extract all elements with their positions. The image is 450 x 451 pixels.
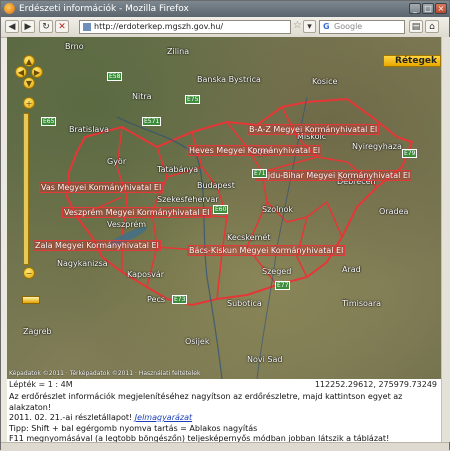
road-label: E73 <box>172 295 188 304</box>
zoom-slider-track[interactable] <box>22 113 40 304</box>
city-label: Nagykanizsa <box>57 259 108 268</box>
print-button[interactable]: ▤ <box>409 20 423 33</box>
city-label: Bratislava <box>69 125 109 134</box>
city-label: Szolnok <box>262 205 293 214</box>
browser-window: Erdészeti információk - Mozilla Firefox … <box>0 0 450 451</box>
info-line: F11 megnyomásával (a legtobb böngészőn) … <box>9 434 390 442</box>
bookmark-star-icon[interactable]: ☆ <box>293 20 302 31</box>
vertical-scrollbar[interactable] <box>441 37 450 442</box>
back-button[interactable]: ◀ <box>5 20 19 33</box>
info-text: Az erdőrészlet információk megjelenítésé… <box>9 392 439 442</box>
zoom-in-button[interactable]: + <box>23 97 35 109</box>
site-favicon <box>83 23 91 31</box>
title-bar: Erdészeti információk - Mozilla Firefox … <box>1 1 449 17</box>
layers-button[interactable]: Rétegek <box>383 55 441 67</box>
forward-button[interactable]: ▶ <box>21 20 35 33</box>
firefox-icon <box>4 3 15 14</box>
city-label: Szekesfehervar <box>157 195 219 204</box>
road-label: E65 <box>41 117 57 126</box>
minimize-button[interactable]: _ <box>409 3 421 14</box>
maximize-button[interactable]: □ <box>422 3 434 14</box>
pan-down-button[interactable]: ▼ <box>23 77 35 89</box>
dropdown-arrow-icon[interactable]: ▾ <box>303 20 316 33</box>
zoom-out-button[interactable]: − <box>23 267 35 279</box>
city-label: Nyiregyhaza <box>352 142 402 151</box>
county-office-label[interactable]: Zala Megyei Kormányhivatal EI <box>33 240 161 251</box>
road-label: E58 <box>107 72 123 81</box>
county-office-label[interactable]: Heves Megyei Kormányhivatal EI <box>187 145 323 156</box>
close-button[interactable]: × <box>435 3 447 14</box>
city-label: Oradea <box>379 207 409 216</box>
county-office-label[interactable]: Hajdu-Bihar Megyei Kormányhivatal EI <box>255 170 413 181</box>
city-label: Tatabánya <box>157 165 199 174</box>
info-line: Az erdőrészlet információk megjelenítésé… <box>9 392 403 412</box>
city-label: Budapest <box>197 181 235 190</box>
window-title: Erdészeti információk - Mozilla Firefox <box>19 4 189 14</box>
pan-left-button[interactable]: ◀ <box>15 66 27 78</box>
city-label: Zilina <box>167 47 190 56</box>
city-label: Osijek <box>185 337 210 346</box>
map-view[interactable]: Brno Zilina Nitra Bratislava Györ Tatabá… <box>7 37 441 379</box>
zoom-slider-handle[interactable] <box>22 296 40 304</box>
scale-bar: Lépték = 1 : 4M 112252.29612, 275979.732… <box>7 379 441 390</box>
search-input[interactable]: G Google <box>319 20 405 34</box>
stop-button[interactable]: ✕ <box>55 20 69 33</box>
page-content: Brno Zilina Nitra Bratislava Györ Tatabá… <box>7 37 441 442</box>
road-label: E71 <box>252 169 268 178</box>
city-label: Kecskemét <box>227 233 271 242</box>
county-office-label[interactable]: Veszprém Megyei Kormányhivatal EI <box>62 207 212 218</box>
city-label: Banska Bystrica <box>197 75 261 84</box>
city-label: Novi Sad <box>247 355 283 364</box>
road-label: E77 <box>275 281 291 290</box>
city-label: Brno <box>65 42 84 51</box>
road-label: E79 <box>402 149 418 158</box>
pan-right-button[interactable]: ▶ <box>31 66 43 78</box>
city-label: Szeged <box>262 267 292 276</box>
city-label: Timisoara <box>342 299 382 308</box>
search-placeholder: Google <box>334 22 363 31</box>
city-label: Nitra <box>132 92 152 101</box>
city-label: Kosice <box>312 77 338 86</box>
info-line: Tipp: Shift + bal egérgomb nyomva tartás… <box>9 423 258 433</box>
road-label: E60 <box>213 205 229 214</box>
city-label: Györ <box>107 157 127 166</box>
navigation-toolbar: ◀ ▶ ↻ ✕ http://erdoterkep.mgszh.gov.hu/ … <box>1 17 449 38</box>
county-office-label[interactable]: Bács-Kiskun Megyei Kormányhivatal EI <box>187 245 346 256</box>
scale-label: Lépték = 1 : 4M <box>9 380 73 389</box>
home-button[interactable]: ⌂ <box>425 20 439 33</box>
city-label: Pecs <box>147 295 166 304</box>
city-label: Kaposvár <box>127 270 165 279</box>
google-icon: G <box>323 22 330 31</box>
county-office-label[interactable]: B-A-Z Megyei Kormányhivatal EI <box>247 124 380 135</box>
coordinates-readout: 112252.29612, 275979.73249 <box>314 380 437 389</box>
legend-link[interactable]: Jelmagyarázat <box>135 413 192 422</box>
city-label: Zagreb <box>23 327 52 336</box>
url-bar[interactable]: http://erdoterkep.mgszh.gov.hu/ <box>79 20 291 34</box>
city-label: Arad <box>342 265 361 274</box>
city-label: Veszprém <box>107 220 147 229</box>
info-date: 2011. 02. 21.-ai részletállapot! <box>9 413 133 422</box>
reload-button[interactable]: ↻ <box>39 20 53 33</box>
pan-up-button[interactable]: ▲ <box>23 55 35 67</box>
map-attribution[interactable]: Képadatok ©2011 · Térképadatok ©2011 · H… <box>9 370 200 377</box>
city-label: Subotica <box>227 299 262 308</box>
road-label: E75 <box>185 95 201 104</box>
road-label: E571 <box>142 117 162 126</box>
info-line: 2011. 02. 21.-ai részletállapot! Jelmagy… <box>9 413 439 424</box>
county-office-label[interactable]: Vas Megyei Kormányhivatal EI <box>39 182 164 193</box>
url-text: http://erdoterkep.mgszh.gov.hu/ <box>94 22 224 31</box>
